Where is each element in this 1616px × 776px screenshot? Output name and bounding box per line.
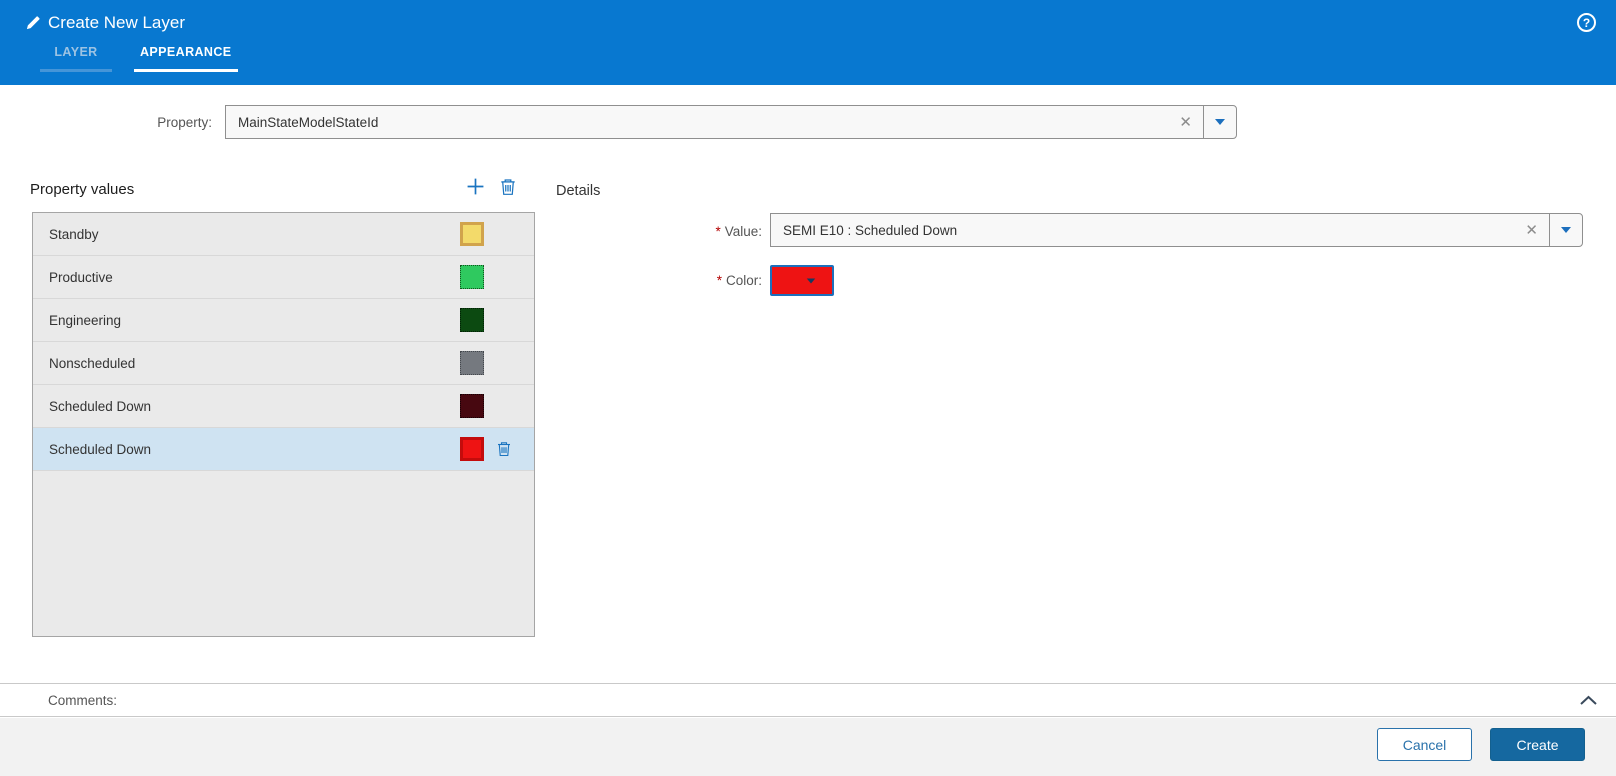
required-marker: *	[715, 224, 721, 239]
list-item[interactable]: Scheduled Down	[33, 385, 534, 428]
list-item[interactable]: Productive	[33, 256, 534, 299]
property-values-title: Property values	[30, 181, 135, 198]
color-swatch[interactable]	[460, 437, 484, 461]
value-combobox[interactable]: SEMI E10 : Scheduled Down ✕	[770, 213, 1583, 247]
comments-label: Comments:	[48, 692, 118, 708]
list-item-controls	[460, 265, 512, 289]
list-item-controls	[460, 222, 512, 246]
list-item-label: Scheduled Down	[49, 398, 152, 414]
list-item-controls	[460, 351, 512, 375]
list-item-controls	[460, 394, 512, 418]
color-swatch[interactable]	[460, 351, 484, 375]
trash-slot-spacer	[496, 312, 512, 329]
value-label: * Value:	[715, 224, 762, 239]
dialog-title: Create New Layer	[48, 13, 186, 32]
list-item-label: Productive	[49, 269, 113, 285]
tab-bar: LAYER APPEARANCE	[40, 45, 238, 72]
trash-slot-spacer	[496, 226, 512, 243]
dialog-footer: Cancel Create	[0, 718, 1616, 776]
list-item[interactable]: Engineering	[33, 299, 534, 342]
property-combobox[interactable]: MainStateModelStateId ✕	[225, 105, 1237, 139]
comments-bar[interactable]: Comments:	[0, 683, 1616, 717]
list-item-label: Engineering	[49, 312, 122, 328]
list-item-label: Standby	[49, 226, 99, 242]
color-picker-button[interactable]	[770, 265, 834, 296]
value-clear-icon[interactable]: ✕	[1514, 214, 1549, 246]
help-icon[interactable]: ?	[1577, 13, 1596, 32]
value-combobox-value[interactable]: SEMI E10 : Scheduled Down	[771, 214, 1514, 246]
list-item[interactable]: Scheduled Down	[33, 428, 534, 471]
color-swatch[interactable]	[460, 265, 484, 289]
list-item-controls	[460, 308, 512, 332]
color-swatch[interactable]	[460, 222, 484, 246]
trash-slot-spacer	[496, 269, 512, 286]
delete-value-button[interactable]	[500, 178, 516, 196]
create-new-layer-dialog: Create New Layer ? LAYER APPEARANCE Prop…	[0, 0, 1616, 776]
color-swatch[interactable]	[460, 394, 484, 418]
color-dropdown-arrow-icon	[806, 277, 816, 284]
tab-layer[interactable]: LAYER	[40, 45, 112, 72]
dialog-header: Create New Layer ? LAYER APPEARANCE	[0, 0, 1616, 85]
list-item-controls	[460, 437, 512, 461]
create-button[interactable]: Create	[1490, 728, 1585, 761]
list-item-label: Scheduled Down	[49, 441, 152, 457]
pencil-icon	[25, 14, 42, 36]
trash-slot-spacer	[496, 398, 512, 415]
tab-appearance[interactable]: APPEARANCE	[134, 45, 238, 72]
list-item[interactable]: Standby	[33, 213, 534, 256]
details-title: Details	[556, 183, 601, 199]
property-combobox-value[interactable]: MainStateModelStateId	[226, 106, 1168, 138]
property-label: Property:	[157, 115, 212, 130]
list-item[interactable]: Nonscheduled	[33, 342, 534, 385]
property-values-list: Standby Productive Engineering Nonscheduled…	[32, 212, 535, 637]
color-label: * Color:	[716, 273, 762, 288]
trash-slot-spacer	[496, 355, 512, 372]
property-dropdown-arrow-icon[interactable]	[1203, 106, 1236, 138]
delete-item-icon[interactable]	[496, 441, 512, 458]
color-swatch[interactable]	[460, 308, 484, 332]
add-value-button[interactable]	[466, 177, 485, 196]
list-item-label: Nonscheduled	[49, 355, 136, 371]
value-dropdown-arrow-icon[interactable]	[1549, 214, 1582, 246]
property-clear-icon[interactable]: ✕	[1168, 106, 1203, 138]
cancel-button[interactable]: Cancel	[1377, 728, 1472, 761]
required-marker: *	[716, 273, 722, 288]
collapse-chevron-up-icon[interactable]	[1579, 695, 1598, 706]
